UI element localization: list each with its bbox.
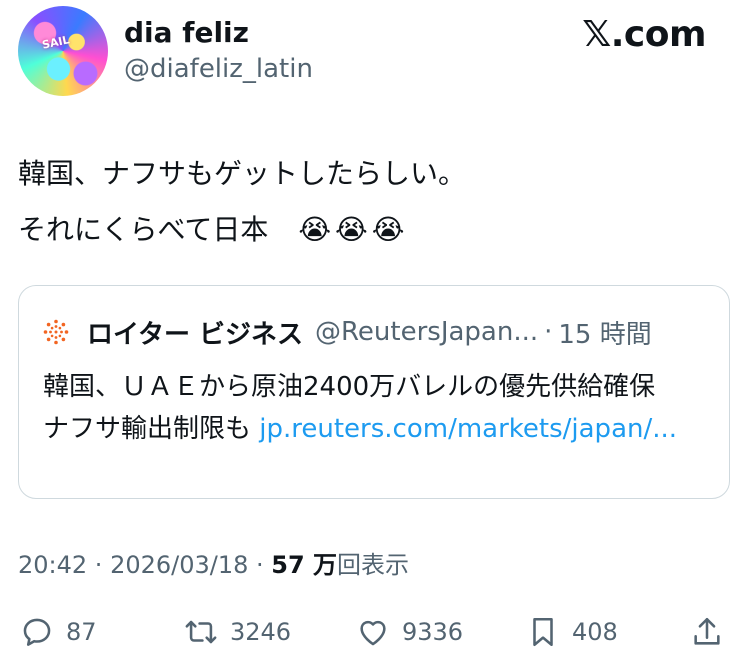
display-name[interactable]: dia feliz [124,16,249,50]
quoted-link[interactable]: jp.reuters.com/markets/japan/... [259,414,677,444]
tweet-text: 韓国、ナフサもゲットしたらしい。 それにくらべて日本 😭😭😭 [18,146,466,258]
bookmark-icon [533,617,553,647]
avatar[interactable] [18,6,108,96]
heart-icon [360,620,386,646]
repost-button[interactable]: 3246 [184,612,291,652]
quoted-timestamp[interactable]: 15 時間 [558,314,651,351]
reply-count: 87 [66,618,97,646]
like-button[interactable]: 9336 [356,612,463,652]
meta-separator-2: · [248,551,272,579]
share-icon [694,617,720,645]
views-label: 回表示 [337,551,410,579]
views-count: 57 万 [271,551,338,579]
quoted-tweet-header: ロイター ビジネス @ReutersJapan... · 15 時間 [43,314,652,351]
quoted-tweet-text: 韓国、ＵＡＥから原油2400万バレルの優先供給確保 ナフサ輸出制限も jp.re… [43,366,703,450]
tweet-line-2: それにくらべて日本 😭😭😭 [18,202,466,258]
reuters-logo-icon [43,319,69,345]
tweet-meta: 20:42 · 2026/03/18 · 57 万回表示 [18,550,409,580]
reply-icon [23,618,51,646]
crying-emoji-icon: 😭😭😭 [298,213,409,246]
quoted-display-name[interactable]: ロイター ビジネス [87,314,303,351]
share-button[interactable] [690,612,724,652]
quoted-handle[interactable]: @ReutersJapan... [315,317,538,347]
tweet-line-1: 韓国、ナフサもゲットしたらしい。 [18,157,467,190]
tweet-time[interactable]: 20:42 [18,551,87,579]
tweet-line-2-text: それにくらべて日本 [18,213,269,246]
separator-dot: · [544,317,553,347]
reply-button[interactable]: 87 [20,612,97,652]
bookmark-count: 408 [572,618,618,646]
repost-icon [185,620,217,644]
bookmark-button[interactable]: 408 [526,612,618,652]
action-bar: 87 3246 9336 408 [18,612,730,652]
meta-separator: · [87,551,111,579]
user-handle[interactable]: @diafeliz_latin [124,53,313,85]
tweet-date[interactable]: 2026/03/18 [110,551,248,579]
x-logo: 𝕏.com [582,14,706,55]
like-count: 9336 [402,618,464,646]
quoted-tweet[interactable]: ロイター ビジネス @ReutersJapan... · 15 時間 韓国、ＵＡ… [18,285,730,499]
repost-count: 3246 [230,618,292,646]
